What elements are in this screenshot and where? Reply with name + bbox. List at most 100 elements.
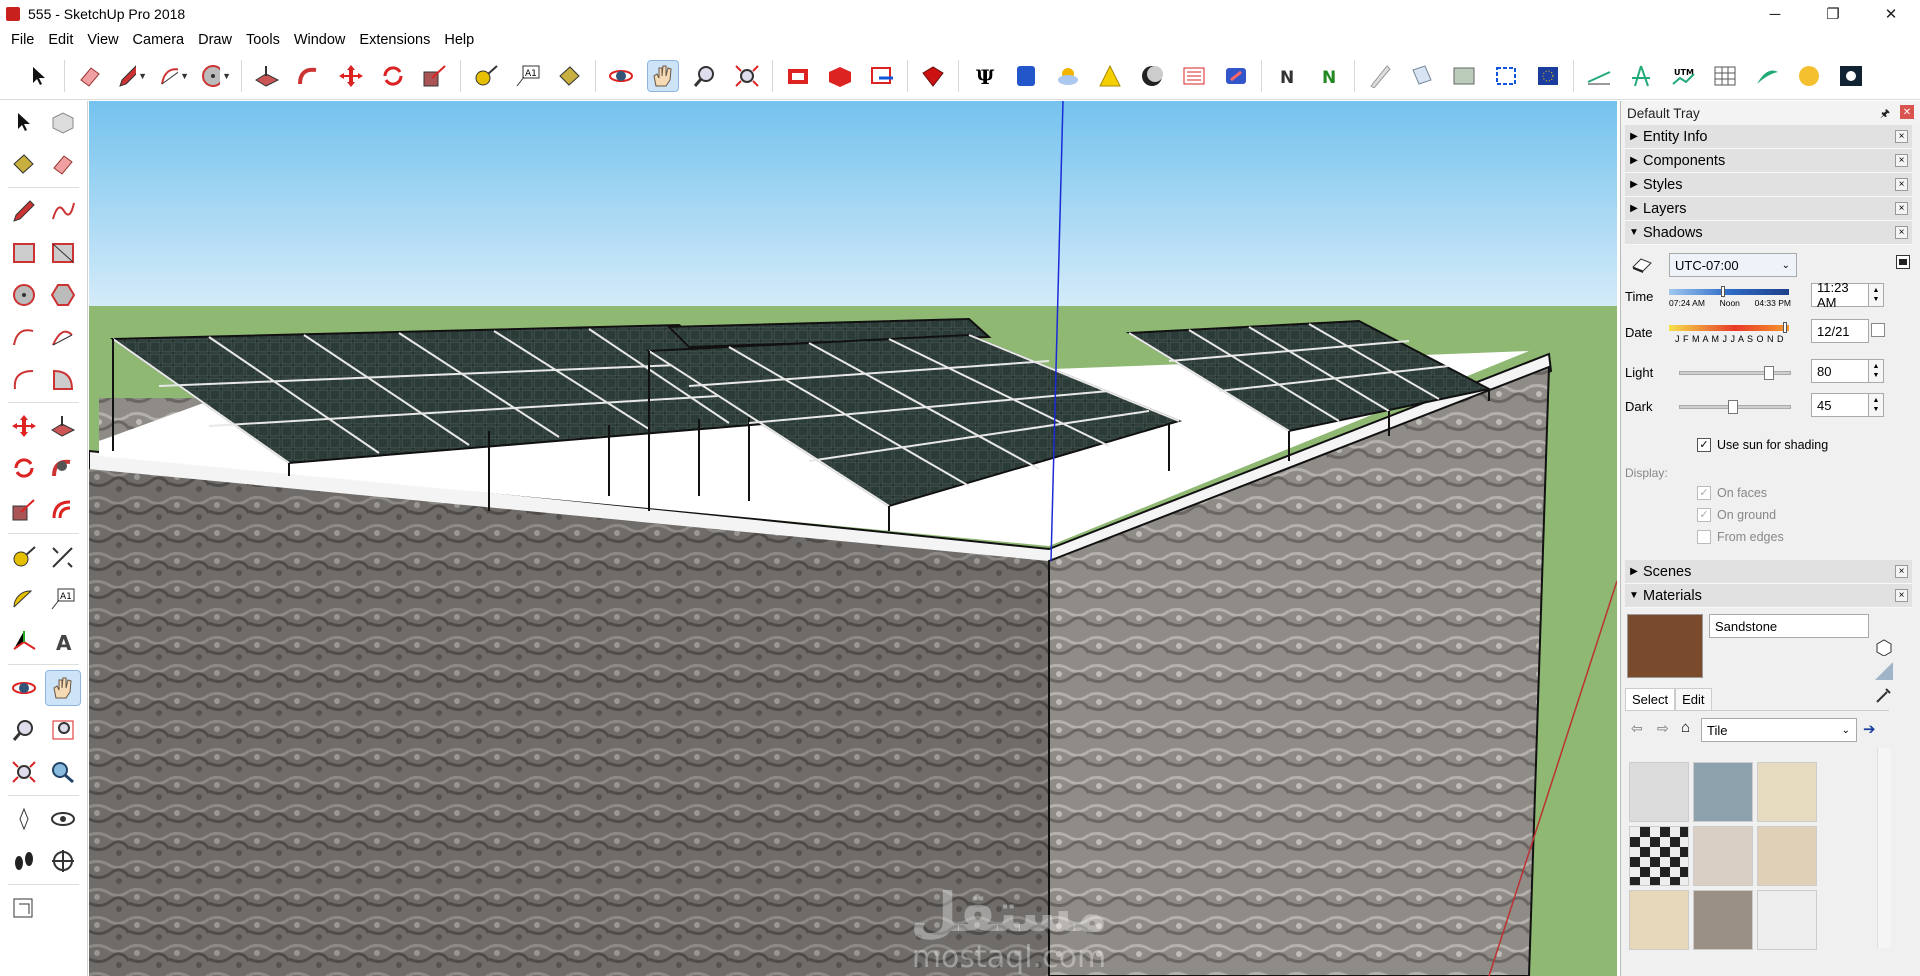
on-ground-checkbox[interactable]: ✓ (1697, 508, 1711, 522)
plant-icon[interactable] (1752, 61, 1782, 91)
select-icon[interactable] (24, 61, 54, 91)
restore-button[interactable]: ❐ (1804, 0, 1862, 28)
pencil-icon[interactable]: ▼ (117, 61, 147, 91)
use-sun-checkbox[interactable]: ✓ (1697, 438, 1711, 452)
panel-close-icon[interactable]: × (1895, 226, 1908, 239)
dark-slider-thumb[interactable] (1728, 400, 1738, 414)
panel-close-icon[interactable]: × (1895, 202, 1908, 215)
section-plane-icon[interactable] (46, 844, 80, 878)
time-slider-thumb[interactable] (1721, 286, 1725, 297)
orbit-tool-icon[interactable] (7, 671, 41, 705)
menu-file[interactable]: File (4, 28, 41, 52)
scale-icon[interactable] (420, 61, 450, 91)
section-icon[interactable] (1179, 61, 1209, 91)
create-material-icon[interactable] (1875, 638, 1893, 659)
materials-scrollbar[interactable] (1877, 748, 1891, 948)
line-tool-icon[interactable] (7, 194, 41, 228)
panel-close-icon[interactable]: × (1895, 589, 1908, 602)
paint-icon[interactable] (555, 61, 585, 91)
drawing-viewport[interactable]: مستقل mostaql.com (89, 101, 1617, 976)
axes-icon[interactable] (7, 624, 41, 658)
extension-icon[interactable] (825, 61, 855, 91)
eu-icon[interactable] (1533, 61, 1563, 91)
material-name-field[interactable]: Sandstone (1709, 614, 1869, 638)
fork-icon[interactable]: Ψ (969, 61, 999, 91)
light-field[interactable]: 80 (1811, 359, 1869, 383)
scale-tool-icon[interactable] (7, 493, 41, 527)
dark-spinner[interactable]: ▲ ▼ (1868, 393, 1884, 417)
make-component-icon[interactable] (46, 105, 80, 139)
shadow-toggle-icon[interactable] (1631, 253, 1653, 276)
menu-window[interactable]: Window (287, 28, 353, 52)
date-field[interactable]: 12/21 (1811, 319, 1869, 343)
menu-help[interactable]: Help (437, 28, 481, 52)
material-tile[interactable] (1757, 762, 1817, 822)
panel-close-icon[interactable]: × (1895, 565, 1908, 578)
light-spinner[interactable]: ▲ ▼ (1868, 359, 1884, 383)
book-icon[interactable] (1407, 61, 1437, 91)
minimize-button[interactable]: ─ (1746, 0, 1804, 28)
pan-tool-icon[interactable] (45, 670, 82, 706)
warehouse-icon[interactable] (783, 61, 813, 91)
pan-icon[interactable] (647, 59, 679, 92)
pie-icon[interactable] (46, 362, 80, 396)
followme-icon[interactable] (294, 61, 324, 91)
select-tool-icon[interactable] (7, 105, 41, 139)
grid-icon[interactable] (1710, 61, 1740, 91)
text-tool-icon[interactable]: A1 (46, 582, 80, 616)
dark-slider[interactable] (1679, 400, 1791, 414)
tab-edit[interactable]: Edit (1675, 688, 1712, 710)
eyedropper-icon[interactable] (1875, 686, 1893, 707)
menu-tools[interactable]: Tools (239, 28, 287, 52)
look-around-icon[interactable] (46, 802, 80, 836)
panel-components[interactable]: ▶ Components × (1625, 149, 1912, 173)
position-camera-icon[interactable] (7, 802, 41, 836)
polygon-icon[interactable] (46, 278, 80, 312)
material-tile[interactable] (1629, 762, 1689, 822)
three-point-arc-icon[interactable] (7, 362, 41, 396)
slope-icon[interactable] (1584, 61, 1614, 91)
orbit-icon[interactable] (606, 61, 636, 91)
light-slider-thumb[interactable] (1764, 366, 1774, 380)
back-arrow-icon[interactable]: ⇦ (1631, 720, 1643, 737)
followme-tool-icon[interactable] (46, 451, 80, 485)
tray-close-icon[interactable]: ✕ (1900, 105, 1914, 119)
panel-close-icon[interactable]: × (1895, 130, 1908, 143)
panel-materials[interactable]: ▼ Materials × (1625, 584, 1912, 608)
panel-layers[interactable]: ▶ Layers × (1625, 197, 1912, 221)
cone-icon[interactable] (1095, 61, 1125, 91)
from-edges-checkbox[interactable] (1697, 530, 1711, 544)
zoom-extents-tool-icon[interactable] (7, 755, 41, 789)
details-toggle-icon[interactable] (1896, 255, 1910, 269)
rotate-icon[interactable] (378, 61, 408, 91)
rectangle-icon[interactable] (7, 236, 41, 270)
ruler-icon[interactable] (1365, 61, 1395, 91)
menu-camera[interactable]: Camera (126, 28, 192, 52)
time-field[interactable]: 11:23 AM (1811, 280, 1869, 310)
panel-styles[interactable]: ▶ Styles × (1625, 173, 1912, 197)
panel-close-icon[interactable]: × (1895, 178, 1908, 191)
home-icon[interactable]: ⌂ (1681, 719, 1690, 736)
timezone-select[interactable]: UTC-07:00 ⌄ (1669, 253, 1797, 277)
box-icon[interactable] (1491, 61, 1521, 91)
default-material-icon[interactable] (1875, 662, 1893, 683)
paint-bucket-icon[interactable] (7, 147, 41, 181)
add-location-icon[interactable] (7, 891, 41, 925)
dark-field[interactable]: 45 (1811, 393, 1869, 417)
material-tile[interactable] (1757, 890, 1817, 950)
dimension-icon[interactable] (46, 540, 80, 574)
material-tile[interactable] (1757, 826, 1817, 886)
arc-icon[interactable]: ▼ (159, 61, 189, 91)
pin-icon[interactable]: 🖈 (1880, 105, 1890, 124)
star-icon[interactable] (1836, 61, 1866, 91)
eraser-tool-icon[interactable] (46, 147, 80, 181)
tape-measure-icon[interactable] (7, 540, 41, 574)
light-slider[interactable] (1679, 366, 1791, 380)
text-icon[interactable]: A1 (513, 61, 543, 91)
close-button[interactable]: ✕ (1862, 0, 1920, 28)
zoom-icon[interactable] (690, 61, 720, 91)
move-icon[interactable] (336, 61, 366, 91)
material-swatch[interactable] (1627, 614, 1703, 678)
protractor-icon[interactable] (7, 582, 41, 616)
sun-icon[interactable] (1053, 61, 1083, 91)
